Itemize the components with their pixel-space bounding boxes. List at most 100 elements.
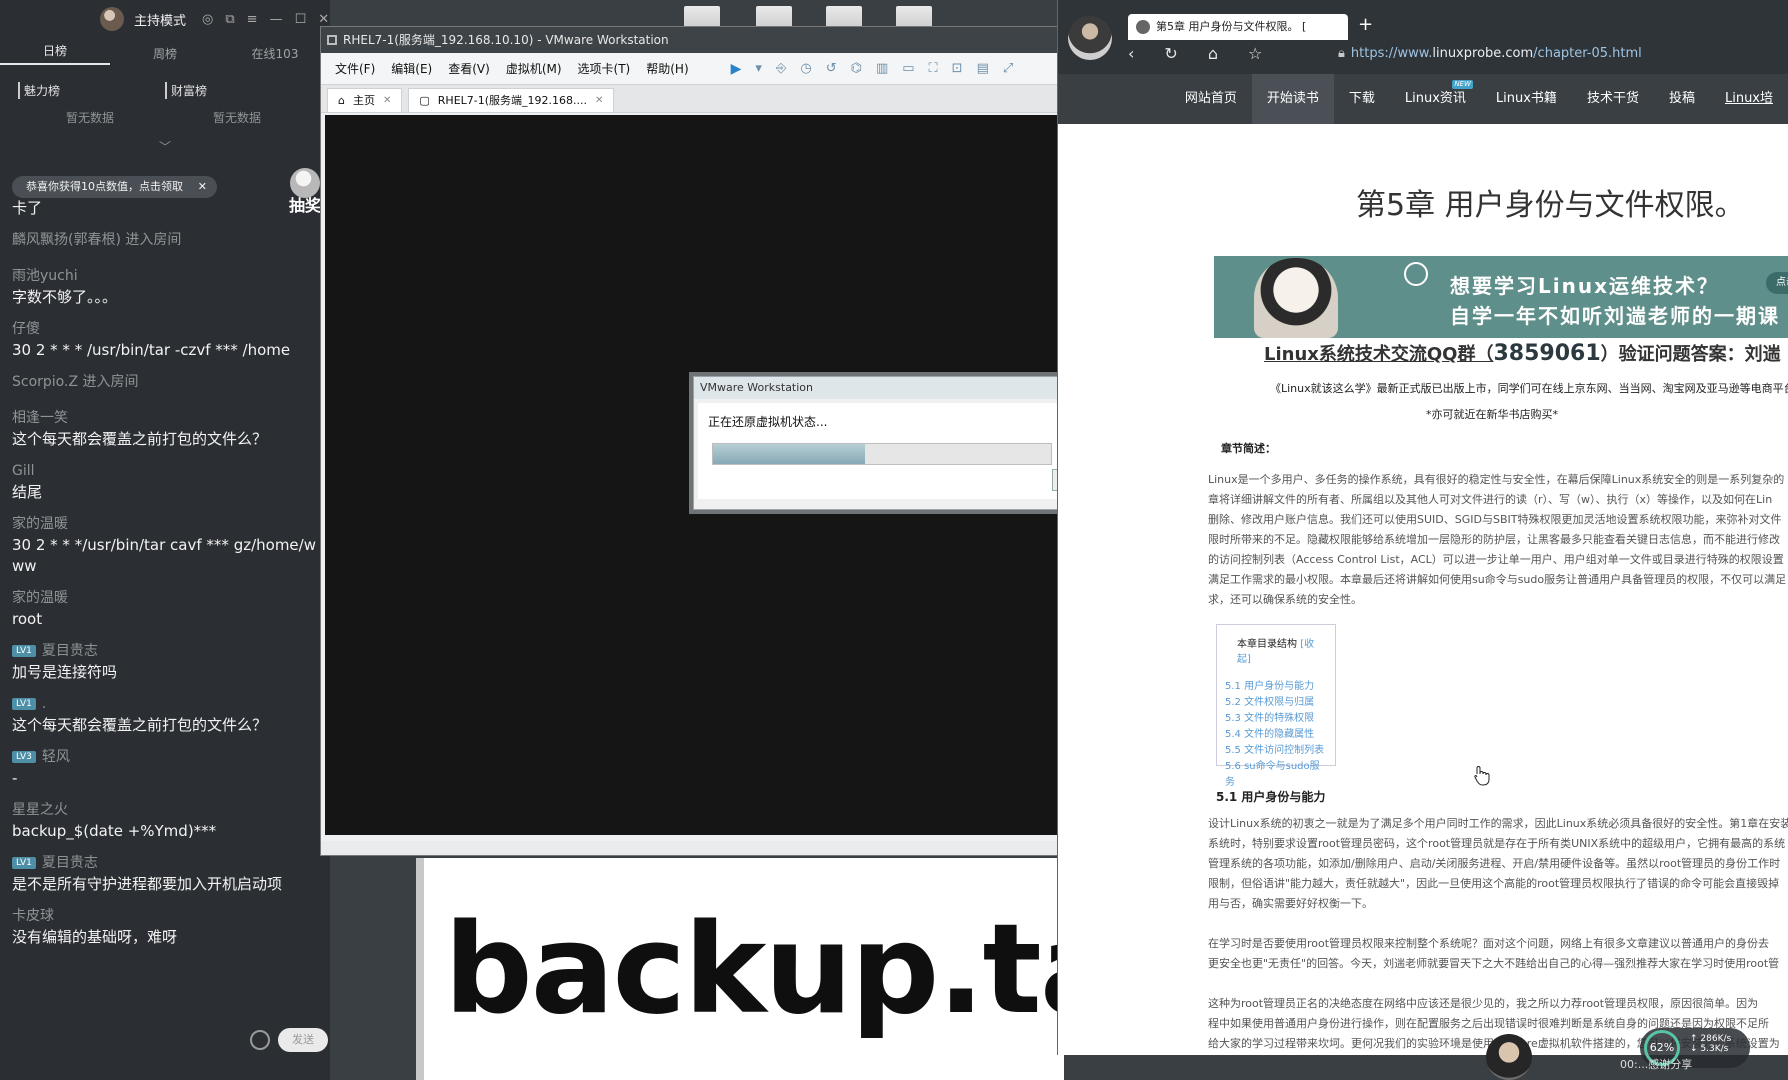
browser-tab[interactable]: 第5章 用户身份与文件权限。 [ (1128, 14, 1348, 40)
profile-avatar[interactable] (1068, 16, 1112, 60)
tab-vm[interactable]: ▢ RHEL7-1(服务端_192.168.... ✕ (408, 88, 615, 113)
popout-icon[interactable]: ⧉ (225, 12, 234, 27)
chat-username[interactable]: 星星之火 (12, 799, 68, 821)
reward-banner[interactable]: 恭喜你获得10点数值，点击领取 ✕ (12, 176, 217, 198)
star-icon[interactable]: ☆ (1248, 44, 1262, 63)
nav-start-reading[interactable]: 开始读书 (1251, 74, 1334, 124)
toc-item[interactable]: 5.3 文件的特殊权限 (1225, 711, 1327, 727)
nav-linux-books[interactable]: Linux书籍 (1481, 74, 1572, 124)
chat-username[interactable]: 夏目贵志 (42, 852, 98, 874)
toc-item[interactable]: 5.4 文件的隐藏属性 (1225, 727, 1327, 743)
address-bar[interactable]: 🔒︎ https://www.linuxprobe.com/chapter-05.… (1338, 46, 1642, 61)
chat-username[interactable]: 雨池yuchi (12, 265, 78, 287)
tab-weekly[interactable]: 周榜 (110, 45, 220, 62)
rank-charm: 魅力榜 暂无数据 (18, 82, 165, 126)
bottom-status-text: 00:...感谢分享 (1620, 1058, 1693, 1071)
chat-user-row: 相逢一笑 (12, 407, 324, 429)
tab-daily[interactable]: 日榜 (0, 42, 110, 65)
chat-username[interactable]: 轻风 (42, 746, 70, 768)
tab-label: RHEL7-1(服务端_192.168.... (437, 93, 588, 107)
level-badge: LV3 (12, 751, 36, 763)
close-icon[interactable]: ✕ (198, 176, 207, 198)
chat-username[interactable]: 家的温暖 (12, 513, 68, 535)
chat-text: 是不是所有守护进程都要加入开机启动项 (12, 875, 283, 893)
minimize-icon[interactable]: — (270, 12, 283, 27)
download-value: 5.3K/s (1700, 1044, 1729, 1054)
menu-tabs[interactable]: 选项卡(T) (578, 60, 631, 77)
menu-vm[interactable]: 虚拟机(M) (506, 60, 562, 77)
dropdown-icon[interactable]: ▾ (755, 61, 762, 77)
rank-title: 魅力榜 (18, 82, 165, 99)
reward-banner-text: 恭喜你获得10点数值，点击领取 (26, 180, 183, 193)
terminal-icon[interactable]: ▤ (977, 61, 989, 77)
snapshot-manager-icon[interactable]: ⌬ (851, 61, 862, 77)
nav-training[interactable]: Linux培 (1710, 74, 1788, 124)
toc-item[interactable]: 5.1 用户身份与能力 (1225, 679, 1327, 695)
chat-message: 卡皮球 没有编辑的基础呀，难呀 (12, 905, 324, 948)
send-keys-icon[interactable]: ⎆ (776, 61, 786, 77)
vmware-tabs: ⌂ 主页 ✕ ▢ RHEL7-1(服务端_192.168.... ✕ (321, 85, 1059, 113)
tab-online[interactable]: 在线103 (220, 45, 330, 62)
tab-home[interactable]: ⌂ 主页 ✕ (327, 88, 403, 113)
chat-user-row: LV1. (12, 693, 324, 715)
toc-item[interactable]: 5.2 文件权限与归属 (1225, 695, 1327, 711)
chat-username[interactable]: 家的温暖 (12, 587, 68, 609)
ad-button[interactable]: 点击 (1766, 272, 1788, 294)
chat-text: 卡了 (12, 199, 43, 217)
paragraph-line: 更安全也更"无责任"的回答。今天，刘遄老师就要冒天下之大不韪给出自己的心得—强烈… (1208, 957, 1780, 970)
settings-icon[interactable]: ◎ (202, 12, 213, 27)
toc-title-text: 本章目录结构 (1237, 639, 1297, 650)
nav-download[interactable]: 下载 (1334, 74, 1390, 124)
close-icon[interactable]: ✕ (318, 12, 329, 27)
chat-user-row: LV1 夏目贵志 (12, 852, 324, 874)
chat-user-row: 家的温暖 (12, 587, 324, 609)
toc-item[interactable]: 5.6 su命令与sudo服务 (1225, 759, 1327, 791)
new-tab-icon[interactable]: + (1358, 14, 1373, 35)
chat-username[interactable]: Gill (12, 460, 35, 482)
chevron-down-icon[interactable]: ﹀ (0, 138, 330, 155)
home-icon[interactable]: ⌂ (1208, 44, 1218, 63)
download-speed: ↓ 5.3K/s (1690, 1044, 1729, 1054)
upload-speed: ↑ 286K/s (1690, 1034, 1732, 1044)
chat-message: Gill 结尾 (12, 460, 324, 503)
chat-username[interactable]: . (42, 693, 46, 715)
close-icon[interactable]: ✕ (383, 89, 391, 113)
console-view-icon[interactable]: ▭ (902, 61, 914, 77)
power-on-icon[interactable]: ▶ (731, 61, 742, 77)
nav-tech[interactable]: 技术干货 (1572, 74, 1654, 124)
ad-banner[interactable]: 想要学习Linux运维技术？ 自学一年不如听刘遄老师的一期课 点击 (1214, 256, 1788, 338)
chat-username[interactable]: 卡皮球 (12, 905, 54, 927)
menu-file[interactable]: 文件(F) (335, 60, 375, 77)
level-badge: LV1 (12, 645, 36, 657)
fullscreen-icon[interactable]: ⛶ (929, 61, 938, 77)
menu-edit[interactable]: 编辑(E) (391, 60, 432, 77)
menu-icon[interactable]: ≡ (247, 12, 258, 27)
host-avatar[interactable] (100, 7, 124, 31)
paragraph-line: 求，还可以确保系统的安全性。 (1208, 593, 1362, 606)
maximize-icon[interactable]: ☐ (295, 12, 307, 27)
stretch-icon[interactable]: ⤢ (1003, 61, 1013, 77)
back-icon[interactable]: ‹ (1128, 44, 1134, 63)
browser-nav: ‹ ↻ ⌂ ☆ (1128, 44, 1262, 63)
unity-icon[interactable]: ⊡ (952, 61, 963, 77)
menu-help[interactable]: 帮助(H) (646, 60, 688, 77)
chat-username[interactable]: 仔傻 (12, 318, 40, 340)
nav-submit[interactable]: 投稿 (1654, 74, 1710, 124)
send-button[interactable]: 发送 (278, 1028, 328, 1052)
emoji-icon[interactable] (250, 1030, 270, 1050)
toc-item[interactable]: 5.5 文件访问控制列表 (1225, 743, 1327, 759)
chat-user-row: 星星之火 (12, 799, 324, 821)
snapshot-icon[interactable]: ◷ (800, 61, 811, 77)
reload-icon[interactable]: ↻ (1164, 44, 1177, 63)
chat-user-row: 仔傻 (12, 318, 324, 340)
revert-snapshot-icon[interactable]: ↺ (826, 61, 837, 77)
chat-username[interactable]: 夏目贵志 (42, 640, 98, 662)
chat-enter-notice: Scorpio.Z 进入房间 (12, 374, 139, 390)
qq-prefix: Linux系统技术交流QQ群（ (1264, 344, 1494, 365)
menu-view[interactable]: 查看(V) (448, 60, 490, 77)
close-icon[interactable]: ✕ (595, 89, 603, 113)
nav-linux-news[interactable]: Linux资讯 NEW (1390, 74, 1481, 124)
chat-username[interactable]: 相逢一笑 (12, 407, 68, 429)
library-icon[interactable]: ▥ (876, 61, 888, 77)
nav-home[interactable]: 网站首页 (1170, 74, 1252, 124)
